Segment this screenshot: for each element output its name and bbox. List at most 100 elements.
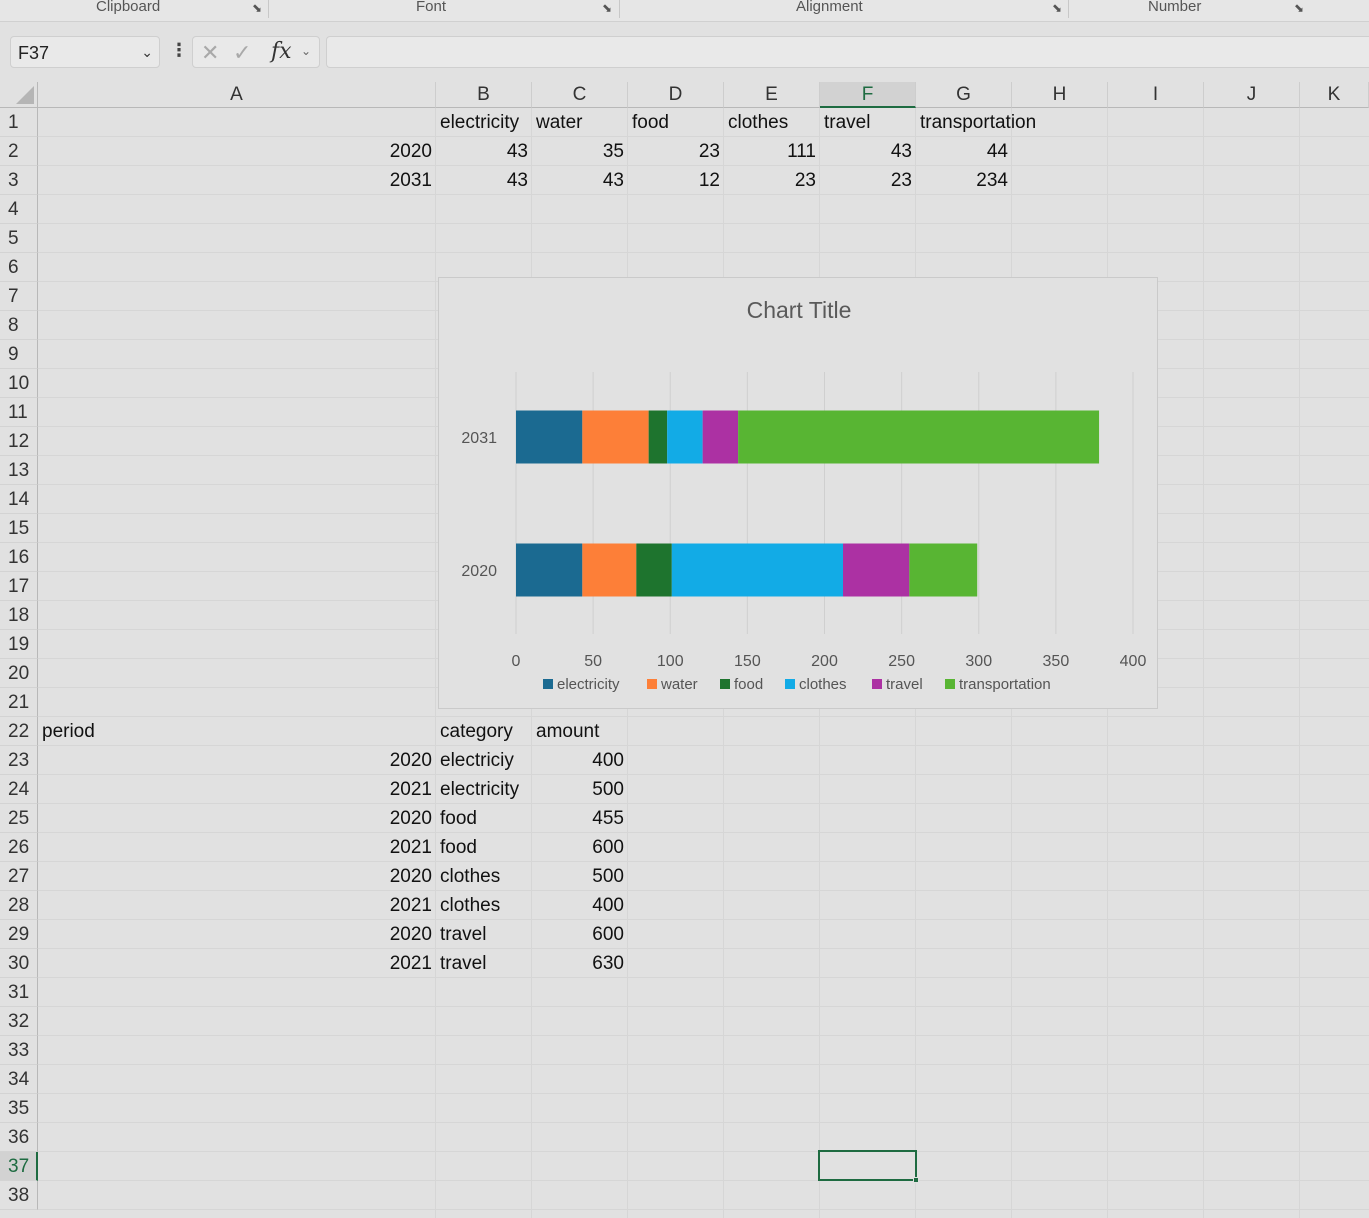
row-header-9[interactable]: 9 <box>0 340 38 369</box>
cell-period[interactable]: 2020 <box>38 746 432 775</box>
row-header-23[interactable]: 23 <box>0 746 38 775</box>
cell-category[interactable]: electricity <box>436 775 528 804</box>
row-header-22[interactable]: 22 <box>0 717 38 746</box>
row-header-19[interactable]: 19 <box>0 630 38 659</box>
column-header-h[interactable]: H <box>1012 82 1108 108</box>
cell-period[interactable]: 2031 <box>38 166 432 195</box>
stacked-bar-chart[interactable]: Chart Title 0 50 100 150 200 250 300 350 400 2020 2… <box>438 277 1158 709</box>
row-header-7[interactable]: 7 <box>0 282 38 311</box>
cell-period[interactable]: 2021 <box>38 833 432 862</box>
chevron-down-icon[interactable]: ⌄ <box>301 44 311 58</box>
column-header-f[interactable]: F <box>820 82 916 108</box>
column-header-b[interactable]: B <box>436 82 532 108</box>
row-header-1[interactable]: 1 <box>0 108 38 137</box>
row-header-5[interactable]: 5 <box>0 224 38 253</box>
column-header-c[interactable]: C <box>532 82 628 108</box>
row-header-37[interactable]: 37 <box>0 1152 38 1181</box>
cell-period[interactable]: 2020 <box>38 804 432 833</box>
row-header-31[interactable]: 31 <box>0 978 38 1007</box>
row-header-14[interactable]: 14 <box>0 485 38 514</box>
cell-value[interactable]: 44 <box>916 137 1008 166</box>
row-header-2[interactable]: 2 <box>0 137 38 166</box>
row-header-28[interactable]: 28 <box>0 891 38 920</box>
cell-amount[interactable]: 400 <box>532 891 624 920</box>
cancel-icon[interactable]: ✕ <box>201 40 219 66</box>
cell-amount[interactable]: 600 <box>532 833 624 862</box>
row-header-16[interactable]: 16 <box>0 543 38 572</box>
column-header-k[interactable]: K <box>1300 82 1369 108</box>
more-options-icon[interactable]: ⋮ <box>170 40 188 61</box>
column-header-g[interactable]: G <box>916 82 1012 108</box>
cell-value[interactable]: 23 <box>820 166 912 195</box>
row-header-25[interactable]: 25 <box>0 804 38 833</box>
row-header-32[interactable]: 32 <box>0 1007 38 1036</box>
cell-amount[interactable]: 500 <box>532 862 624 891</box>
cell-period[interactable]: 2020 <box>38 862 432 891</box>
cell-period[interactable]: 2020 <box>38 920 432 949</box>
cell-period[interactable]: 2020 <box>38 137 432 166</box>
cell-category[interactable]: clothes <box>436 891 528 920</box>
cell-period[interactable]: 2021 <box>38 775 432 804</box>
cell-header[interactable]: category <box>436 717 528 746</box>
column-header-e[interactable]: E <box>724 82 820 108</box>
row-header-3[interactable]: 3 <box>0 166 38 195</box>
row-header-34[interactable]: 34 <box>0 1065 38 1094</box>
cell-amount[interactable]: 400 <box>532 746 624 775</box>
cell-value[interactable]: 111 <box>724 137 816 166</box>
cell-amount[interactable]: 630 <box>532 949 624 978</box>
row-header-24[interactable]: 24 <box>0 775 38 804</box>
cell-period[interactable]: 2021 <box>38 949 432 978</box>
cell-value[interactable]: 43 <box>820 137 912 166</box>
row-header-17[interactable]: 17 <box>0 572 38 601</box>
cell-header[interactable]: clothes <box>724 108 816 137</box>
name-box[interactable]: F37 ⌄ <box>10 36 160 68</box>
select-all-corner[interactable] <box>0 82 38 108</box>
formula-input[interactable] <box>326 36 1369 68</box>
insert-function-icon[interactable]: fx <box>271 39 292 64</box>
cell-header[interactable]: travel <box>820 108 912 137</box>
row-header-33[interactable]: 33 <box>0 1036 38 1065</box>
cell-value[interactable]: 23 <box>724 166 816 195</box>
row-header-21[interactable]: 21 <box>0 688 38 717</box>
cell-period[interactable]: 2021 <box>38 891 432 920</box>
row-header-20[interactable]: 20 <box>0 659 38 688</box>
cell-amount[interactable]: 500 <box>532 775 624 804</box>
cell-category[interactable]: clothes <box>436 862 528 891</box>
row-header-6[interactable]: 6 <box>0 253 38 282</box>
cell-category[interactable]: food <box>436 833 528 862</box>
font-launcher-icon[interactable]: ⬊ <box>600 1 614 15</box>
clipboard-launcher-icon[interactable]: ⬊ <box>250 1 264 15</box>
row-header-36[interactable]: 36 <box>0 1123 38 1152</box>
cell-value[interactable]: 43 <box>436 166 528 195</box>
row-header-27[interactable]: 27 <box>0 862 38 891</box>
cell-header[interactable]: period <box>38 717 432 746</box>
chevron-down-icon[interactable]: ⌄ <box>141 44 153 61</box>
row-header-30[interactable]: 30 <box>0 949 38 978</box>
number-launcher-icon[interactable]: ⬊ <box>1292 1 1306 15</box>
cell-amount[interactable]: 455 <box>532 804 624 833</box>
cell-header[interactable]: electricity <box>436 108 528 137</box>
cell-value[interactable]: 234 <box>916 166 1008 195</box>
cell-category[interactable]: travel <box>436 949 528 978</box>
row-header-4[interactable]: 4 <box>0 195 38 224</box>
cell-value[interactable]: 35 <box>532 137 624 166</box>
row-header-8[interactable]: 8 <box>0 311 38 340</box>
cell-value[interactable]: 23 <box>628 137 720 166</box>
cell-header[interactable]: amount <box>532 717 624 746</box>
row-header-11[interactable]: 11 <box>0 398 38 427</box>
cell-category[interactable]: travel <box>436 920 528 949</box>
cell-value[interactable]: 12 <box>628 166 720 195</box>
column-header-i[interactable]: I <box>1108 82 1204 108</box>
column-header-a[interactable]: A <box>38 82 436 108</box>
column-header-d[interactable]: D <box>628 82 724 108</box>
row-header-26[interactable]: 26 <box>0 833 38 862</box>
row-header-15[interactable]: 15 <box>0 514 38 543</box>
row-header-13[interactable]: 13 <box>0 456 38 485</box>
cell-value[interactable]: 43 <box>532 166 624 195</box>
fill-handle[interactable] <box>913 1177 919 1183</box>
row-header-35[interactable]: 35 <box>0 1094 38 1123</box>
confirm-icon[interactable]: ✓ <box>233 40 251 66</box>
alignment-launcher-icon[interactable]: ⬊ <box>1050 1 1064 15</box>
column-header-j[interactable]: J <box>1204 82 1300 108</box>
cell-header[interactable]: food <box>628 108 720 137</box>
